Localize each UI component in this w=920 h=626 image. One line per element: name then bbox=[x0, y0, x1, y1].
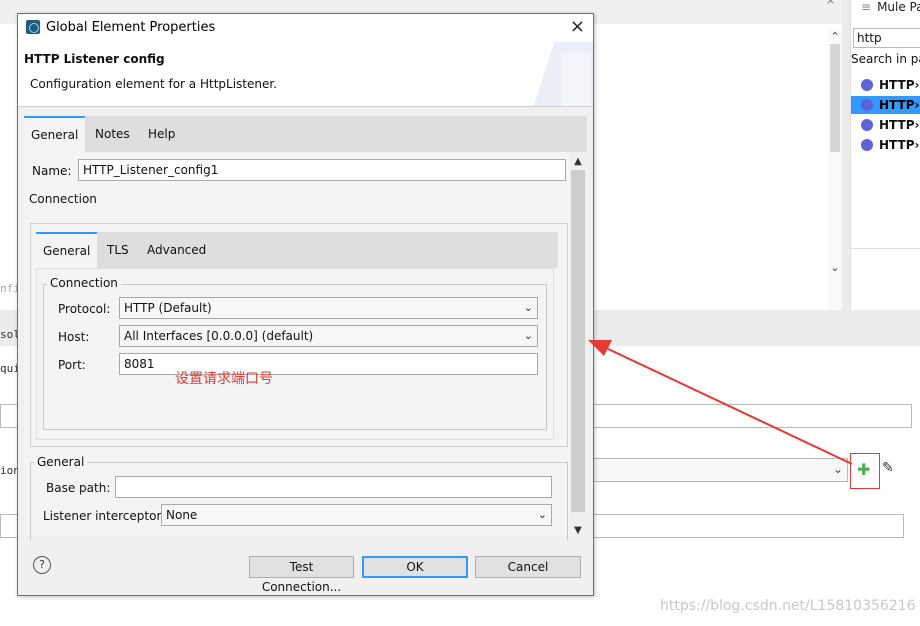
annotation-arrow bbox=[588, 340, 853, 465]
arrow-line bbox=[603, 346, 853, 465]
